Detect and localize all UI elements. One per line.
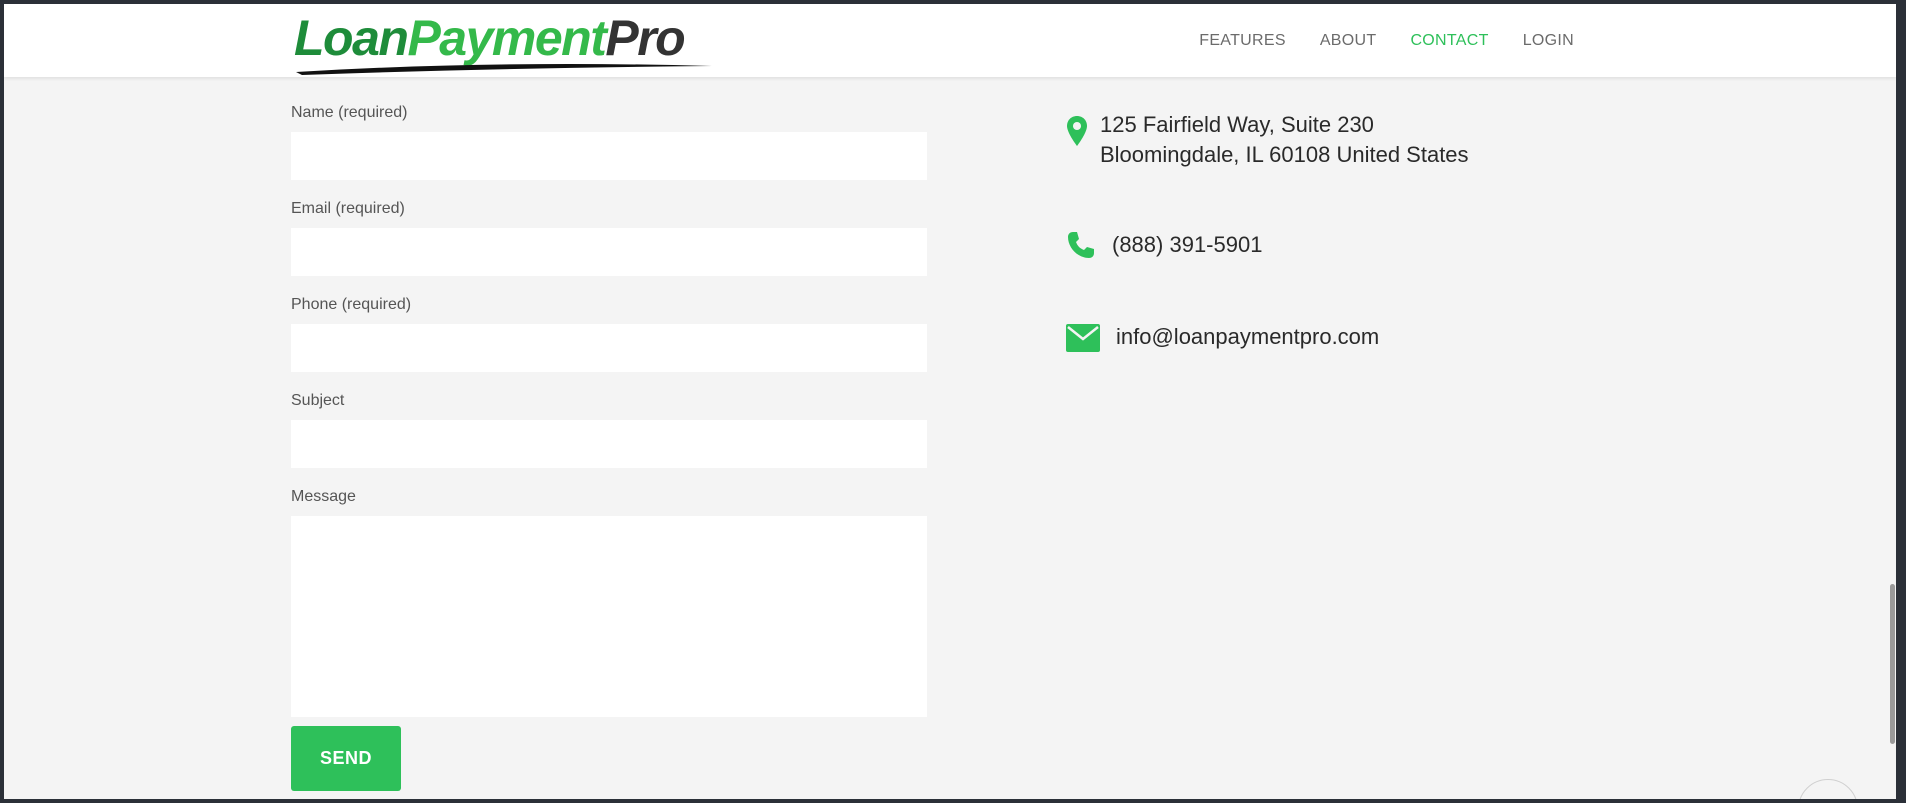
main-nav: FEATURES ABOUT CONTACT LOGIN	[1165, 4, 1574, 77]
nav-item-login[interactable]: LOGIN	[1523, 32, 1574, 50]
email-block: info@loanpaymentpro.com	[1066, 322, 1379, 352]
logo-swoosh-icon	[296, 64, 712, 75]
page: LoanPaymentPro FEATURES ABOUT CONTACT LO…	[4, 4, 1896, 799]
message-textarea[interactable]	[291, 516, 927, 717]
phone-link[interactable]: (888) 391-5901	[1112, 230, 1262, 260]
email-label: Email (required)	[291, 200, 405, 217]
email-link[interactable]: info@loanpaymentpro.com	[1116, 322, 1379, 352]
nav-item-contact[interactable]: CONTACT	[1410, 32, 1488, 50]
phone-icon	[1066, 230, 1096, 260]
page-scrollbar[interactable]	[1888, 4, 1896, 799]
name-label: Name (required)	[291, 104, 408, 121]
address-line-1: 125 Fairfield Way, Suite 230	[1100, 112, 1374, 137]
nav-item-features[interactable]: FEATURES	[1199, 32, 1286, 50]
subject-label: Subject	[291, 392, 345, 409]
send-button[interactable]: SEND	[291, 726, 401, 791]
name-input[interactable]	[291, 132, 927, 180]
address-line-2: Bloomingdale, IL 60108 United States	[1100, 142, 1469, 167]
phone-input[interactable]	[291, 324, 927, 372]
address-block: 125 Fairfield Way, Suite 230 Bloomingdal…	[1066, 110, 1469, 170]
phone-block: (888) 391-5901	[1066, 230, 1262, 260]
message-label: Message	[291, 488, 356, 505]
email-input[interactable]	[291, 228, 927, 276]
scrollbar-thumb[interactable]	[1890, 584, 1895, 744]
nav-item-about[interactable]: ABOUT	[1320, 32, 1377, 50]
subject-input[interactable]	[291, 420, 927, 468]
site-logo[interactable]: LoanPaymentPro	[294, 8, 714, 76]
back-to-top-button[interactable]	[1798, 779, 1858, 799]
site-header: LoanPaymentPro FEATURES ABOUT CONTACT LO…	[4, 4, 1896, 77]
contact-form: Name (required) Email (required) Phone (…	[291, 102, 927, 791]
phone-label: Phone (required)	[291, 296, 412, 313]
address-text: 125 Fairfield Way, Suite 230 Bloomingdal…	[1100, 110, 1469, 170]
map-marker-icon	[1066, 115, 1088, 147]
envelope-icon	[1066, 324, 1100, 352]
